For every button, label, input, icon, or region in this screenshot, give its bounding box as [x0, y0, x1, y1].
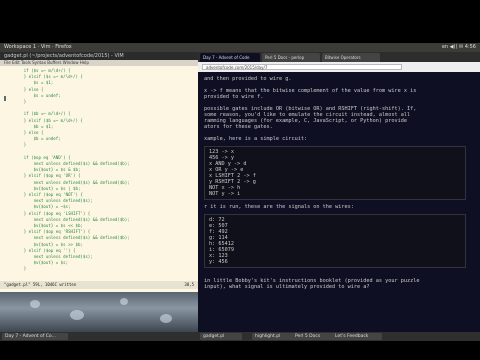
- signals-code-block: d: 72 e: 507 f: 492 g: 114 h: 65412 i: 6…: [204, 214, 466, 268]
- code-line: } elsif ($b =~ m/\d+/) {: [4, 117, 83, 123]
- code-line: next unless defined($s) && defined($b);: [4, 179, 130, 185]
- puzzle-page-content: and then provided to wire g. x -> f mean…: [198, 72, 480, 332]
- taskbar: Day 7 - Advent of Co... gadget.pl highli…: [0, 332, 480, 341]
- code-line: $s = $1;: [4, 80, 54, 86]
- circuit-line: NOT y -> i: [209, 191, 241, 197]
- desktop-wallpaper: [0, 292, 198, 332]
- code-line: if ($op eq 'AND') {: [4, 154, 71, 160]
- puzzle-question-line: input), what signal is ultimately provid…: [204, 284, 370, 290]
- code-line: }: [4, 266, 27, 272]
- code-line: } else {: [4, 86, 44, 92]
- code-line: if ($b =~ m/\d+/) {: [4, 111, 71, 117]
- puzzle-line: ators for these gates.: [204, 124, 273, 130]
- vim-title-bar[interactable]: gadget.pl (~/projects/adventofcode/2015)…: [0, 52, 198, 60]
- code-line: $b = $1;: [4, 123, 54, 129]
- taskbar-item-browser[interactable]: Day 7 - Advent of Co...: [2, 333, 68, 340]
- vim-status-line: "gadget.pl" 59L, 1046C written 38,5: [0, 281, 198, 289]
- code-line: $v{$out} = $s;: [4, 260, 69, 266]
- code-line: next unless defined($s) && defined($b);: [4, 235, 130, 241]
- system-top-bar: Workspace 1 · Vim · Firefox en ◀)) ✉ 4:5…: [0, 43, 480, 52]
- code-line: } elsif ($op eq 'NOT') {: [4, 192, 83, 197]
- code-line: } elsif ($s =~ m/\d+/) {: [4, 74, 83, 80]
- vim-status-message: "gadget.pl" 59L, 1046C written: [4, 282, 77, 287]
- tab-perlop[interactable]: Perl 5 Docs - perlop: [262, 53, 320, 62]
- code-line: } elsif ($op eq '') {: [4, 247, 76, 253]
- taskbar-item-feedback[interactable]: Let's Feedback: [332, 333, 382, 340]
- water-drop: [160, 314, 172, 323]
- code-line: $v{$out} = ~$s;: [4, 204, 71, 210]
- tab-bitwise[interactable]: Bitwise Operators: [322, 53, 380, 62]
- code-line: } elsif ($op eq 'OR') {: [4, 173, 81, 179]
- browser-window[interactable]: Day 7 - Advent of Code Perl 5 Docs - per…: [198, 52, 480, 332]
- water-drop: [70, 310, 84, 320]
- code-line: next unless defined($s);: [4, 198, 93, 204]
- taskbar-item-perldocs[interactable]: Perl 5 Docs: [292, 333, 334, 340]
- code-line: } elsif ($op eq 'LSHIFT') {: [4, 210, 91, 216]
- text-cursor: [4, 96, 6, 101]
- code-line: } elsif ($op eq 'RSHIFT') {: [4, 229, 91, 235]
- taskbar-item-highlight[interactable]: highlight.pl: [252, 333, 294, 340]
- water-drop: [120, 298, 128, 305]
- code-line: } else {: [4, 130, 44, 135]
- browser-toolbar: adventofcode.com/2015/day/7: [198, 62, 480, 72]
- code-line: next unless defined($s) && defined($b);: [4, 161, 130, 166]
- example-circuit-code-block: 123 -> x 456 -> y x AND y -> d x OR y ->…: [204, 146, 466, 200]
- tab-day-7[interactable]: Day 7 - Advent of Code: [200, 53, 260, 62]
- code-line: }: [4, 99, 27, 104]
- code-line: $v{$out} = $s >> $b;: [4, 241, 83, 247]
- code-line: $v{$out} = $s << $b;: [4, 223, 83, 228]
- vim-cursor-position: 38,5: [184, 282, 194, 287]
- code-line: next unless defined($s) && defined($b);: [4, 216, 130, 222]
- signal-line: y: 456: [209, 259, 228, 265]
- url-bar[interactable]: adventofcode.com/2015/day/7: [202, 64, 402, 70]
- code-line: }: [4, 142, 27, 148]
- code-line: if ($s =~ m/\d+/) {: [4, 68, 71, 73]
- taskbar-item-gadget[interactable]: gadget.pl: [200, 333, 242, 340]
- code-line: $b = undef;: [4, 136, 61, 142]
- code-line: $v{$out} = $s | $b;: [4, 185, 81, 191]
- vim-window[interactable]: gadget.pl (~/projects/adventofcode/2015)…: [0, 52, 198, 292]
- puzzle-line: provided to wire f.: [204, 94, 264, 100]
- vim-editor-text-area[interactable]: if ($s =~ m/\d+/) { } elsif ($s =~ m/\d+…: [0, 66, 198, 280]
- puzzle-line: xample, here is a simple circuit:: [204, 136, 308, 142]
- system-bar-indicators[interactable]: en ◀)) ✉ 4:56: [442, 43, 476, 52]
- puzzle-line: and then provided to wire g.: [204, 76, 292, 82]
- browser-tab-bar: Day 7 - Advent of Code Perl 5 Docs - per…: [198, 52, 480, 62]
- code-line: $s = undef;: [4, 92, 61, 98]
- puzzle-line: r it is run, these are the signals on th…: [204, 204, 354, 210]
- system-bar-left-text: Workspace 1 · Vim · Firefox: [4, 44, 72, 50]
- code-line: $v{$out} = $s & $b;: [4, 167, 81, 173]
- code-line: next unless defined($s);: [4, 254, 93, 259]
- water-drop: [30, 300, 40, 308]
